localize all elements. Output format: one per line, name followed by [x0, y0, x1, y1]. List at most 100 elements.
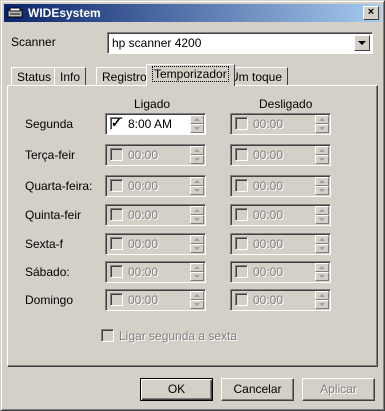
time-enable-checkbox[interactable] [110, 148, 123, 161]
spin-up-icon[interactable] [190, 146, 204, 155]
time-value: 00:00 [128, 265, 159, 279]
time-picker-off[interactable]: 00:00 [230, 204, 331, 226]
spin-up-icon[interactable] [190, 206, 204, 215]
tab-temporizador[interactable]: Temporizador [146, 64, 235, 86]
day-label: Quinta-feir [25, 208, 82, 222]
time-picker-on[interactable]: 00:00 [105, 289, 206, 311]
time-enable-checkbox[interactable] [235, 293, 248, 306]
tab-registro-label: Registro [102, 70, 147, 84]
day-label: Terça-feir [25, 148, 76, 162]
tab-status-label: Status [17, 70, 52, 84]
day-label: Sábado: [25, 265, 70, 279]
spin-down-icon[interactable] [315, 186, 329, 195]
spin-up-icon[interactable] [190, 177, 204, 186]
tab-um-toque-label: Um toque [230, 70, 283, 84]
spin-down-icon[interactable] [190, 155, 204, 164]
scanner-select[interactable]: hp scanner 4200 [107, 32, 373, 54]
time-enable-checkbox[interactable] [110, 293, 123, 306]
time-picker-off[interactable]: 00:00 [230, 144, 331, 166]
spin-down-icon[interactable] [315, 244, 329, 253]
tab-registro[interactable]: Registro [96, 67, 153, 85]
time-value: 00:00 [128, 293, 159, 307]
time-enable-checkbox[interactable] [110, 208, 123, 221]
spin-up-icon[interactable] [315, 263, 329, 272]
time-enable-checkbox[interactable] [235, 117, 248, 130]
time-value: 00:00 [128, 208, 159, 222]
time-value: 00:00 [253, 208, 284, 222]
time-enable-checkbox[interactable] [235, 208, 248, 221]
time-value: 00:00 [253, 148, 284, 162]
tab-info-label: Info [60, 70, 81, 84]
window-title: WIDEsystem [28, 6, 101, 20]
spin-down-icon[interactable] [315, 124, 329, 133]
tab-temporizador-label: Temporizador [152, 66, 229, 82]
time-enable-checkbox[interactable] [110, 179, 123, 192]
spin-up-icon[interactable] [315, 177, 329, 186]
time-enable-checkbox[interactable] [235, 179, 248, 192]
tab-status[interactable]: Status [11, 67, 58, 85]
scanner-selected-value: hp scanner 4200 [112, 36, 202, 50]
spin-down-icon[interactable] [190, 272, 204, 281]
weekday-option-label: Ligar segunda a sexta [119, 329, 238, 343]
weekday-option: Ligar segunda a sexta [101, 329, 237, 343]
spin-up-icon[interactable] [315, 206, 329, 215]
time-enable-checkbox[interactable] [110, 237, 123, 250]
time-picker-on[interactable]: 00:00 [105, 204, 206, 226]
spin-down-icon[interactable] [315, 155, 329, 164]
spin-up-icon[interactable] [190, 235, 204, 244]
time-picker-on[interactable]: ✓ 8:00 AM [105, 113, 206, 135]
time-picker-on[interactable]: 00:00 [105, 233, 206, 255]
ok-button[interactable]: OK [140, 378, 213, 401]
time-picker-off[interactable]: 00:00 [230, 233, 331, 255]
time-enable-checkbox[interactable] [235, 237, 248, 250]
spin-up-icon[interactable] [315, 235, 329, 244]
spin-down-icon[interactable] [190, 244, 204, 253]
spin-up-icon[interactable] [315, 146, 329, 155]
time-enable-checkbox[interactable]: ✓ [110, 115, 123, 130]
day-label: Quarta-feira: [25, 179, 93, 193]
time-picker-off[interactable]: 00:00 [230, 113, 331, 135]
spin-up-icon[interactable] [315, 115, 329, 124]
spin-down-icon[interactable] [315, 215, 329, 224]
time-value: 00:00 [128, 148, 159, 162]
spin-up-icon[interactable] [190, 115, 204, 124]
time-value: 00:00 [128, 237, 159, 251]
time-enable-checkbox[interactable] [110, 265, 123, 278]
time-picker-on[interactable]: 00:00 [105, 261, 206, 283]
spin-down-icon[interactable] [190, 215, 204, 224]
time-value: 00:00 [253, 179, 284, 193]
close-icon: × [367, 6, 375, 18]
time-value: 00:00 [128, 179, 159, 193]
spin-down-icon[interactable] [190, 124, 204, 133]
time-value: 00:00 [253, 265, 284, 279]
spin-down-icon[interactable] [190, 186, 204, 195]
time-value: 00:00 [253, 293, 284, 307]
time-picker-on[interactable]: 00:00 [105, 175, 206, 197]
time-picker-on[interactable]: 00:00 [105, 144, 206, 166]
spin-down-icon[interactable] [190, 300, 204, 309]
day-label: Domingo [25, 293, 74, 307]
time-enable-checkbox[interactable] [235, 265, 248, 278]
spin-up-icon[interactable] [190, 291, 204, 300]
spin-down-icon[interactable] [315, 300, 329, 309]
title-bar[interactable]: WIDEsystem × [4, 4, 381, 22]
spin-down-icon[interactable] [315, 272, 329, 281]
tab-info[interactable]: Info [54, 67, 87, 85]
spin-up-icon[interactable] [190, 263, 204, 272]
apply-button[interactable]: Aplicar [302, 378, 375, 401]
time-value: 00:00 [253, 117, 284, 131]
scanner-label: Scanner [11, 35, 56, 49]
cancel-button[interactable]: Cancelar [221, 378, 294, 401]
off-column-header: Desligado [259, 97, 313, 111]
weekday-checkbox[interactable] [101, 329, 114, 342]
time-enable-checkbox[interactable] [235, 148, 248, 161]
time-value: 00:00 [253, 237, 284, 251]
chevron-down-icon[interactable] [354, 35, 370, 51]
scanner-app-icon [7, 7, 23, 18]
spin-up-icon[interactable] [315, 291, 329, 300]
close-button[interactable]: × [363, 6, 379, 20]
time-picker-off[interactable]: 00:00 [230, 261, 331, 283]
time-picker-off[interactable]: 00:00 [230, 175, 331, 197]
time-picker-off[interactable]: 00:00 [230, 289, 331, 311]
time-value: 8:00 AM [128, 117, 173, 131]
